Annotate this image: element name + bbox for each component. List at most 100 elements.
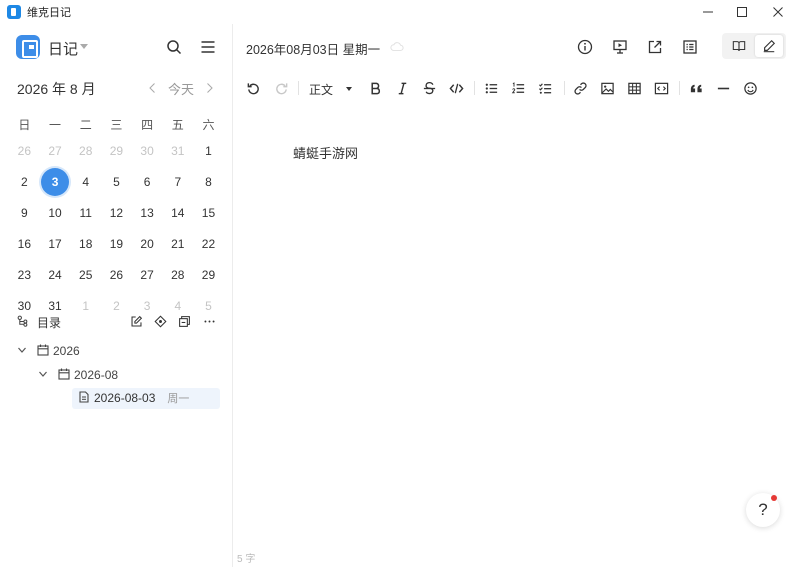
main-panel: 2026年08月03日 星期一 正文 蜻蜓手游网 5 字 ? bbox=[234, 24, 800, 567]
calendar-day[interactable]: 16 bbox=[9, 228, 40, 259]
search-button[interactable] bbox=[164, 37, 184, 57]
calendar-day[interactable]: 27 bbox=[40, 135, 71, 166]
inline-code-button[interactable] bbox=[446, 78, 466, 98]
calendar-day[interactable]: 23 bbox=[9, 259, 40, 290]
today-button[interactable]: 今天 bbox=[168, 79, 194, 98]
emoji-button[interactable] bbox=[740, 78, 760, 98]
calendar-day[interactable]: 9 bbox=[9, 197, 40, 228]
calendar-day[interactable]: 26 bbox=[9, 135, 40, 166]
weekday-label: 日 bbox=[18, 118, 31, 132]
calendar-day[interactable]: 21 bbox=[162, 228, 193, 259]
tree-node-entry[interactable]: 2026-08-03 周一 bbox=[78, 387, 189, 409]
calendar-day[interactable]: 11 bbox=[70, 197, 101, 228]
bullet-list-button[interactable] bbox=[481, 78, 501, 98]
quote-button[interactable] bbox=[686, 78, 706, 98]
maximize-button[interactable] bbox=[724, 0, 760, 24]
calendar-day-selected[interactable]: 3 bbox=[40, 166, 71, 197]
title-bar: 维克日记 bbox=[0, 0, 800, 24]
task-list-button[interactable] bbox=[535, 78, 555, 98]
calendar-day[interactable]: 29 bbox=[193, 259, 224, 290]
calendar-day[interactable]: 28 bbox=[70, 135, 101, 166]
export-button[interactable] bbox=[645, 37, 665, 57]
calendar-day-number: 14 bbox=[171, 205, 185, 220]
calendar-day[interactable]: 5 bbox=[101, 166, 132, 197]
calendar-day[interactable]: 22 bbox=[193, 228, 224, 259]
toc-label: 目录 bbox=[37, 316, 62, 330]
toolbar-separator bbox=[298, 81, 299, 95]
calendar-day[interactable]: 27 bbox=[132, 259, 163, 290]
tree-node-year[interactable]: 2026 bbox=[17, 340, 80, 362]
previous-month-button[interactable] bbox=[146, 80, 160, 96]
calendar-day[interactable]: 24 bbox=[40, 259, 71, 290]
chevron-down-icon[interactable] bbox=[17, 344, 27, 358]
presentation-button[interactable] bbox=[610, 37, 630, 57]
new-entry-button[interactable] bbox=[128, 313, 144, 329]
calendar-day-number: 13 bbox=[140, 205, 154, 220]
calendar-day[interactable]: 17 bbox=[40, 228, 71, 259]
bold-icon bbox=[370, 82, 380, 94]
info-button[interactable] bbox=[575, 37, 595, 57]
calendar-day[interactable]: 6 bbox=[132, 166, 163, 197]
calendar-day[interactable]: 31 bbox=[162, 135, 193, 166]
calendar-day[interactable]: 18 bbox=[70, 228, 101, 259]
undo-button[interactable] bbox=[243, 78, 263, 98]
minimize-button[interactable] bbox=[690, 0, 726, 24]
calendar-day[interactable]: 1 bbox=[193, 135, 224, 166]
editor-content[interactable]: 蜻蜓手游网 bbox=[293, 143, 358, 162]
chevron-right-icon bbox=[207, 83, 213, 93]
sidebar-header: 日记 bbox=[0, 24, 233, 70]
outline-button[interactable] bbox=[680, 37, 700, 57]
calendar-day[interactable]: 7 bbox=[162, 166, 193, 197]
calendar-day[interactable]: 14 bbox=[162, 197, 193, 228]
calendar-grid: 26 27 28 29 30 31 1 2 3 4 5 6 7 8 9 10 11 12 13 14 15 16 17 18 1… bbox=[9, 135, 224, 321]
calendar-day[interactable]: 13 bbox=[132, 197, 163, 228]
horizontal-rule-button[interactable] bbox=[713, 78, 733, 98]
code-block-button[interactable] bbox=[651, 78, 671, 98]
paragraph-style-select[interactable]: 正文 bbox=[309, 81, 333, 98]
collapse-all-button[interactable] bbox=[176, 313, 192, 329]
next-month-button[interactable] bbox=[202, 80, 216, 96]
calendar-day[interactable]: 26 bbox=[101, 259, 132, 290]
calendar-day-number: 10 bbox=[48, 205, 62, 220]
calendar-day[interactable]: 2 bbox=[9, 166, 40, 197]
chevron-down-icon[interactable] bbox=[346, 87, 352, 91]
calendar-day[interactable]: 15 bbox=[193, 197, 224, 228]
calendar-day[interactable]: 10 bbox=[40, 197, 71, 228]
redo-button[interactable] bbox=[271, 78, 291, 98]
calendar-day[interactable]: 8 bbox=[193, 166, 224, 197]
calendar-day[interactable]: 30 bbox=[132, 135, 163, 166]
table-button[interactable] bbox=[624, 78, 644, 98]
strikethrough-icon bbox=[423, 81, 435, 94]
close-window-button[interactable] bbox=[760, 0, 796, 24]
italic-button[interactable] bbox=[392, 78, 412, 98]
locate-button[interactable] bbox=[152, 313, 168, 329]
outline-icon bbox=[683, 40, 697, 54]
chevron-down-icon[interactable] bbox=[38, 368, 48, 382]
more-options-button[interactable] bbox=[201, 313, 217, 329]
chevron-down-icon[interactable] bbox=[80, 44, 88, 49]
menu-button[interactable] bbox=[198, 37, 218, 57]
diary-switcher[interactable]: 日记 bbox=[48, 38, 78, 59]
bold-button[interactable] bbox=[365, 78, 385, 98]
calendar-day[interactable]: 25 bbox=[70, 259, 101, 290]
link-button[interactable] bbox=[570, 78, 590, 98]
calendar-day[interactable]: 28 bbox=[162, 259, 193, 290]
app-logo bbox=[16, 35, 40, 59]
read-mode-button[interactable] bbox=[725, 35, 753, 57]
strikethrough-button[interactable] bbox=[419, 78, 439, 98]
calendar-day-number: 31 bbox=[171, 143, 185, 158]
sidebar: 日记 2026 年 8 月 今天 日一二三四五六 26 27 28 29 30 31 1 2 3… bbox=[0, 24, 233, 567]
calendar-day[interactable]: 12 bbox=[101, 197, 132, 228]
calendar-day[interactable]: 4 bbox=[70, 166, 101, 197]
calendar-day[interactable]: 19 bbox=[101, 228, 132, 259]
numbered-list-button[interactable] bbox=[508, 78, 528, 98]
calendar-day[interactable]: 29 bbox=[101, 135, 132, 166]
tree-node-month[interactable]: 2026-08 bbox=[38, 364, 118, 386]
image-button[interactable] bbox=[597, 78, 617, 98]
edit-mode-button[interactable] bbox=[755, 35, 783, 57]
help-label: ? bbox=[758, 500, 768, 519]
cloud-icon bbox=[390, 42, 404, 51]
smiley-icon bbox=[743, 81, 757, 95]
calendar-day[interactable]: 20 bbox=[132, 228, 163, 259]
weekday-label: 三 bbox=[110, 118, 123, 132]
